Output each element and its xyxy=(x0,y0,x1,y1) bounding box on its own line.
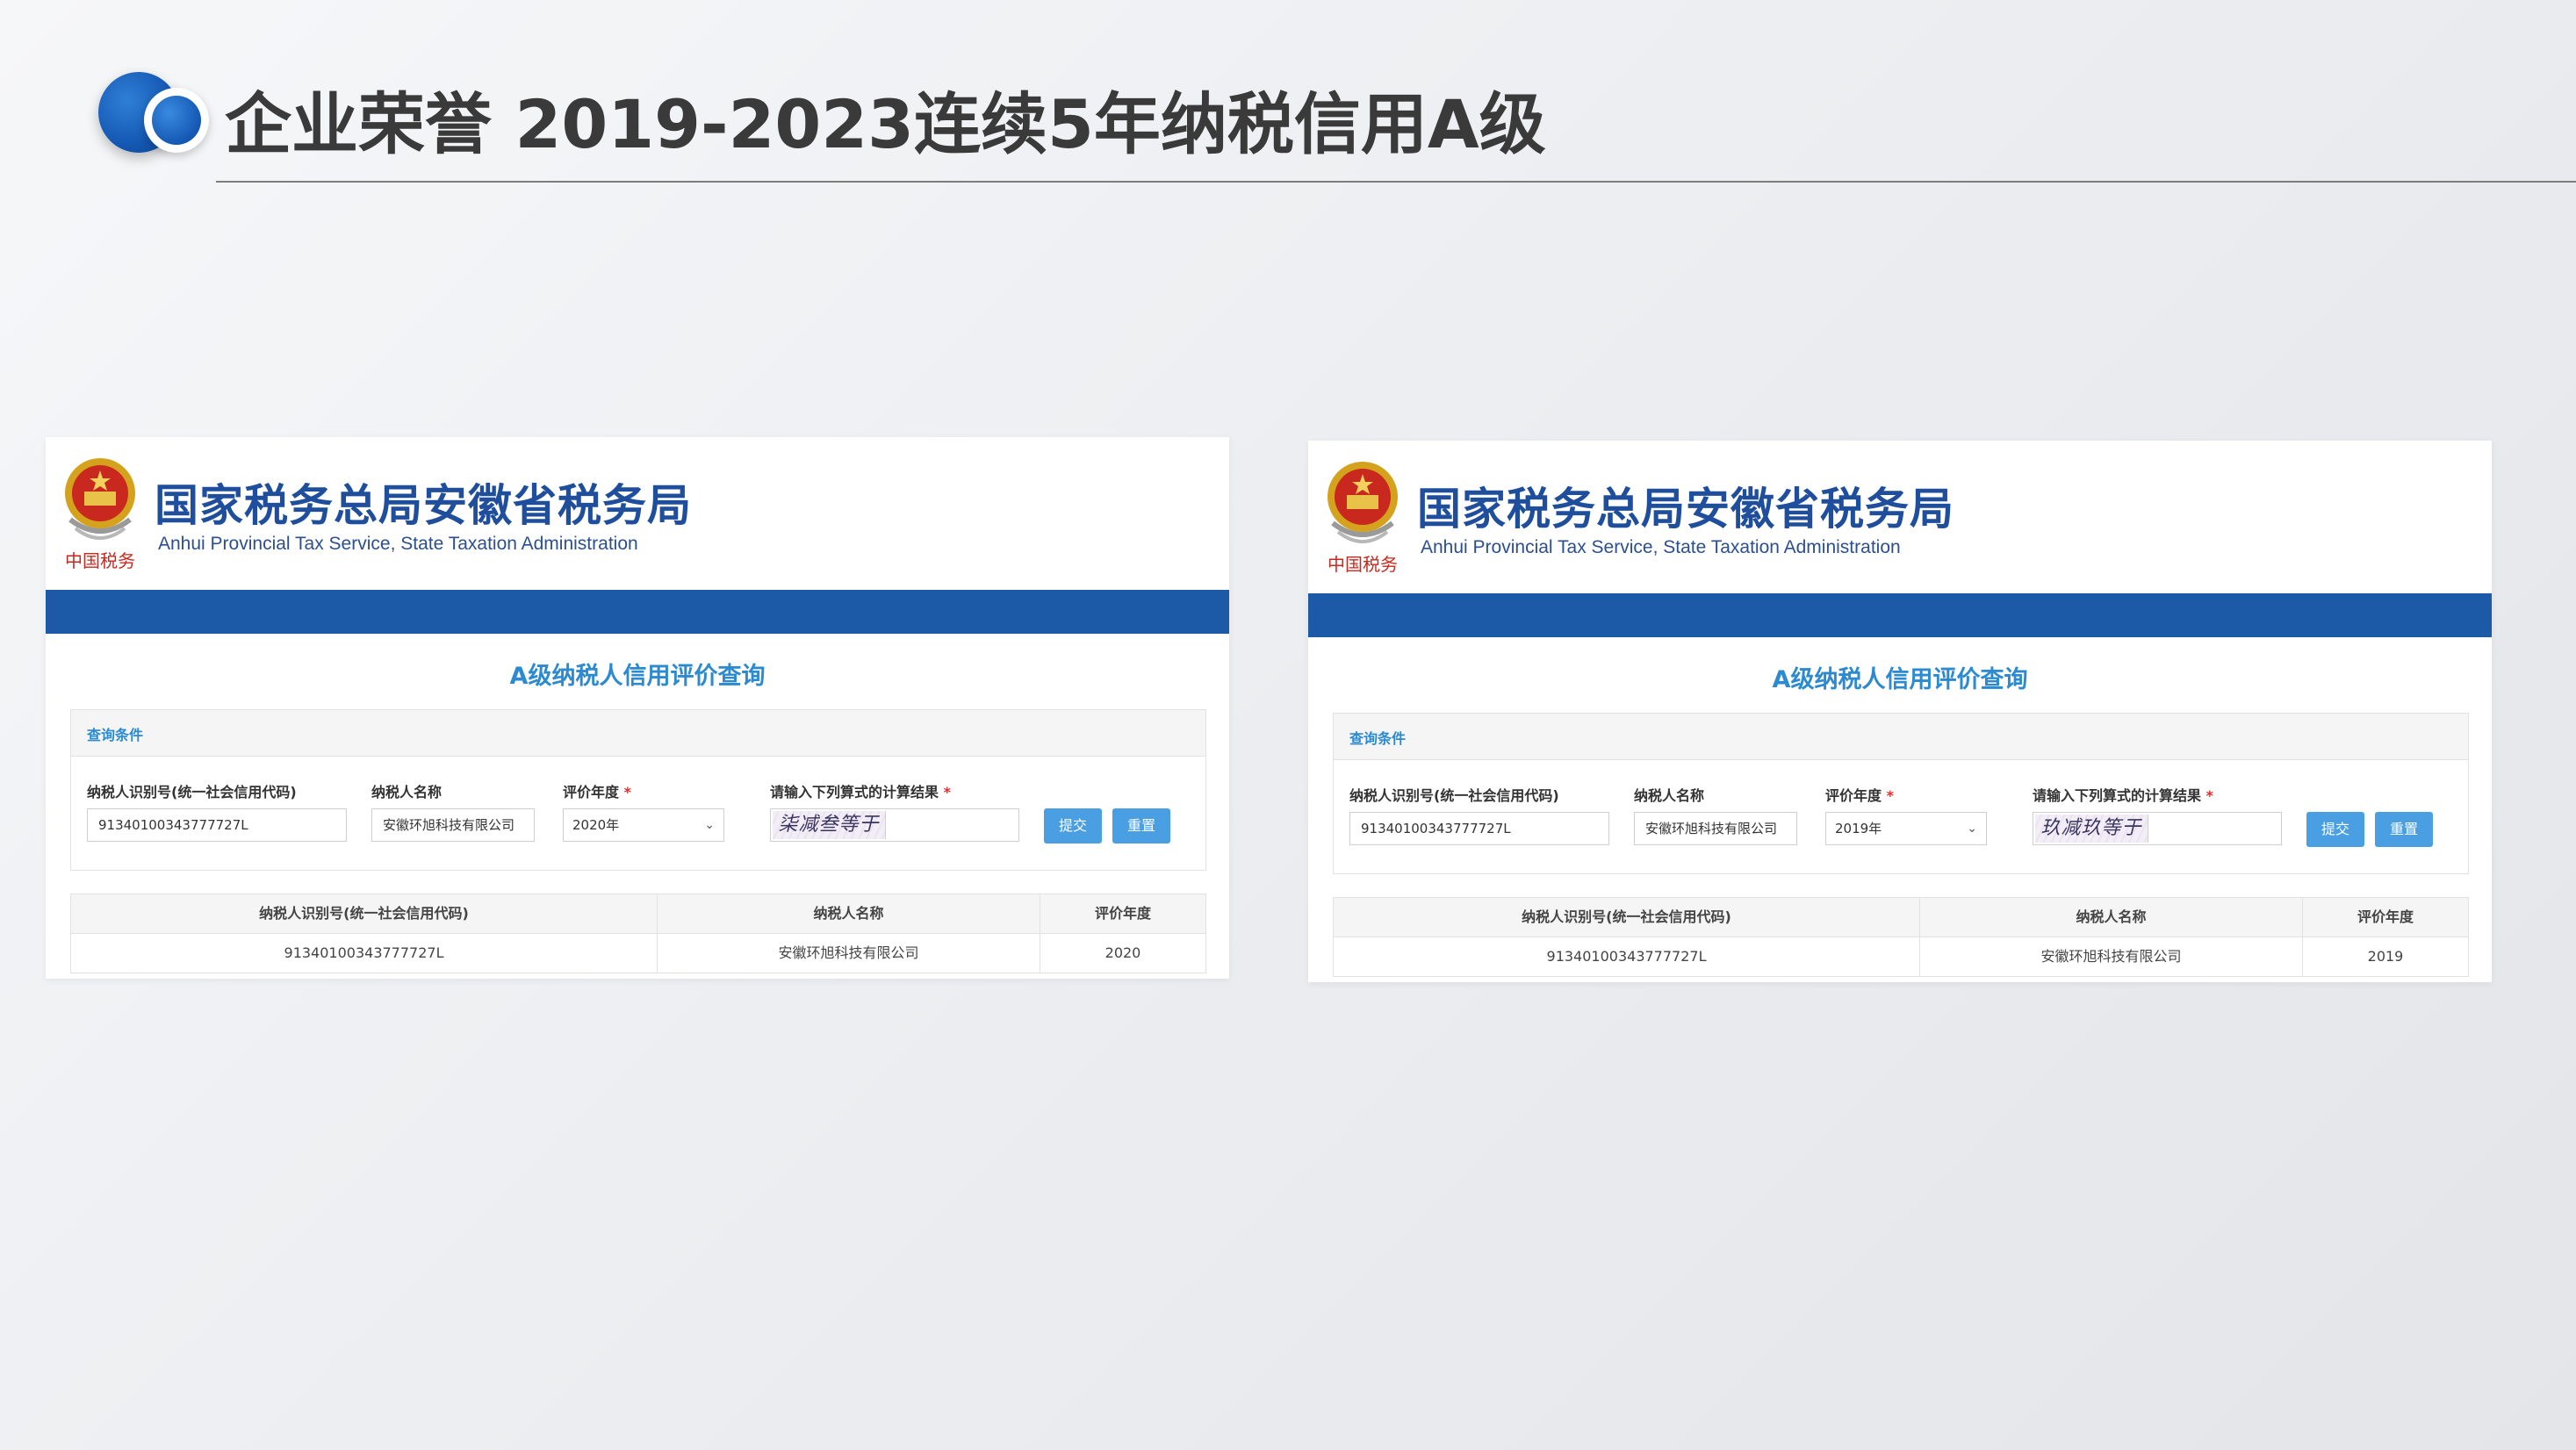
captcha-label: 请输入下列算式的计算结果 * xyxy=(2033,784,2213,805)
query-title: A级纳税人信用评价查询 xyxy=(509,663,766,690)
emblem-text: 中国税务 xyxy=(1328,554,1398,575)
captcha-input[interactable] xyxy=(887,809,1017,841)
logo-circle-front xyxy=(144,88,209,153)
nav-bar xyxy=(1308,593,2492,637)
title-divider xyxy=(216,181,2576,183)
name-input[interactable]: 安徽环旭科技有限公司 xyxy=(1634,812,1797,845)
col-year: 评价年度 xyxy=(2357,908,2414,925)
year-label: 评价年度 * xyxy=(563,780,631,801)
query-title: A级纳税人信用评价查询 xyxy=(1772,666,2028,693)
chevron-down-icon: ⌄ xyxy=(704,818,715,832)
captcha-image: 玖减玖等于 xyxy=(2035,815,2148,843)
nav-bar xyxy=(46,590,1229,634)
screenshot-panel-2019: 中国税务 国家税务总局安徽省税务局 Anhui Provincial Tax S… xyxy=(1308,441,2492,982)
captcha-field: 柒减叁等于 xyxy=(770,808,1019,842)
query-conditions-box: 查询条件 纳税人识别号(统一社会信用代码) 91340100343777727L… xyxy=(1333,713,2469,874)
tax-id-label: 纳税人识别号(统一社会信用代码) xyxy=(1349,787,1559,804)
tax-id-input[interactable]: 91340100343777727L xyxy=(1349,812,1609,845)
national-emblem-icon: 中国税务 xyxy=(65,458,135,571)
agency-title-en: Anhui Provincial Tax Service, State Taxa… xyxy=(1421,537,1901,557)
required-mark: * xyxy=(2205,787,2213,804)
required-mark: * xyxy=(623,784,631,800)
col-name: 纳税人名称 xyxy=(658,894,1040,933)
conditions-label: 查询条件 xyxy=(1349,730,1407,747)
table-header-row: 纳税人识别号(统一社会信用代码) 纳税人名称 评价年度 xyxy=(1334,898,2468,937)
year-label: 评价年度 * xyxy=(1825,784,1894,805)
year-label-text: 评价年度 xyxy=(563,784,620,800)
required-mark: * xyxy=(943,784,951,800)
conditions-label: 查询条件 xyxy=(87,727,144,743)
reset-button[interactable]: 重置 xyxy=(2375,812,2433,847)
submit-button[interactable]: 提交 xyxy=(1044,808,1102,843)
cell-year: 2019 xyxy=(2367,948,2404,965)
year-select-value: 2020年 xyxy=(572,817,620,833)
col-tax-id: 纳税人识别号(统一社会信用代码) xyxy=(71,894,658,933)
cell-name: 安徽环旭科技有限公司 xyxy=(658,934,1040,973)
name-label: 纳税人名称 xyxy=(1634,787,1705,804)
col-year: 评价年度 xyxy=(1094,905,1151,922)
captcha-image: 柒减叁等于 xyxy=(773,811,886,839)
national-emblem-icon: 中国税务 xyxy=(1328,462,1398,575)
cell-tax-id: 91340100343777727L xyxy=(71,934,658,973)
col-name: 纳税人名称 xyxy=(1920,898,2303,937)
table-header-row: 纳税人识别号(统一社会信用代码) 纳税人名称 评价年度 xyxy=(71,894,1205,933)
emblem-text: 中国税务 xyxy=(65,550,135,571)
cell-tax-id: 91340100343777727L xyxy=(1334,937,1920,976)
tax-id-input[interactable]: 91340100343777727L xyxy=(87,808,347,842)
captcha-label: 请输入下列算式的计算结果 * xyxy=(770,780,951,801)
agency-title-en: Anhui Provincial Tax Service, State Taxa… xyxy=(158,534,638,554)
submit-button[interactable]: 提交 xyxy=(2306,812,2364,847)
query-conditions-box: 查询条件 纳税人识别号(统一社会信用代码) 91340100343777727L… xyxy=(70,709,1206,871)
agency-title-cn: 国家税务总局安徽省税务局 xyxy=(155,480,692,531)
page-title: 企业荣誉 2019-2023连续5年纳税信用A级 xyxy=(225,85,1546,163)
year-select-value: 2019年 xyxy=(1835,821,1882,836)
tax-id-label: 纳税人识别号(统一社会信用代码) xyxy=(87,784,297,800)
conditions-header: 查询条件 xyxy=(1334,714,2468,760)
year-label-text: 评价年度 xyxy=(1825,787,1882,804)
panel-header: 中国税务 国家税务总局安徽省税务局 Anhui Provincial Tax S… xyxy=(46,437,1229,588)
year-select[interactable]: 2020年 ⌄ xyxy=(563,808,724,842)
cell-year: 2020 xyxy=(1105,944,1141,961)
chevron-down-icon: ⌄ xyxy=(1967,822,1977,836)
results-table: 纳税人识别号(统一社会信用代码) 纳税人名称 评价年度 913401003437… xyxy=(70,894,1206,973)
table-row: 91340100343777727L 安徽环旭科技有限公司 2019 xyxy=(1334,937,2468,976)
table-row: 91340100343777727L 安徽环旭科技有限公司 2020 xyxy=(71,933,1205,973)
double-circle-logo-icon xyxy=(95,68,218,165)
conditions-header: 查询条件 xyxy=(71,710,1205,757)
year-select[interactable]: 2019年 ⌄ xyxy=(1825,812,1987,845)
name-input[interactable]: 安徽环旭科技有限公司 xyxy=(371,808,535,842)
reset-button[interactable]: 重置 xyxy=(1112,808,1170,843)
captcha-label-text: 请输入下列算式的计算结果 xyxy=(770,784,939,800)
agency-title-cn: 国家税务总局安徽省税务局 xyxy=(1417,484,1954,535)
col-tax-id: 纳税人识别号(统一社会信用代码) xyxy=(1334,898,1920,937)
cell-name: 安徽环旭科技有限公司 xyxy=(1920,937,2303,976)
required-mark: * xyxy=(1886,787,1894,804)
results-table: 纳税人识别号(统一社会信用代码) 纳税人名称 评价年度 913401003437… xyxy=(1333,897,2469,977)
screenshot-panel-2020: 中国税务 国家税务总局安徽省税务局 Anhui Provincial Tax S… xyxy=(46,437,1229,979)
panel-header: 中国税务 国家税务总局安徽省税务局 Anhui Provincial Tax S… xyxy=(1308,441,2492,592)
captcha-input[interactable] xyxy=(2149,813,2279,844)
name-label: 纳税人名称 xyxy=(371,784,443,800)
captcha-label-text: 请输入下列算式的计算结果 xyxy=(2033,787,2202,804)
captcha-field: 玖减玖等于 xyxy=(2033,812,2282,845)
